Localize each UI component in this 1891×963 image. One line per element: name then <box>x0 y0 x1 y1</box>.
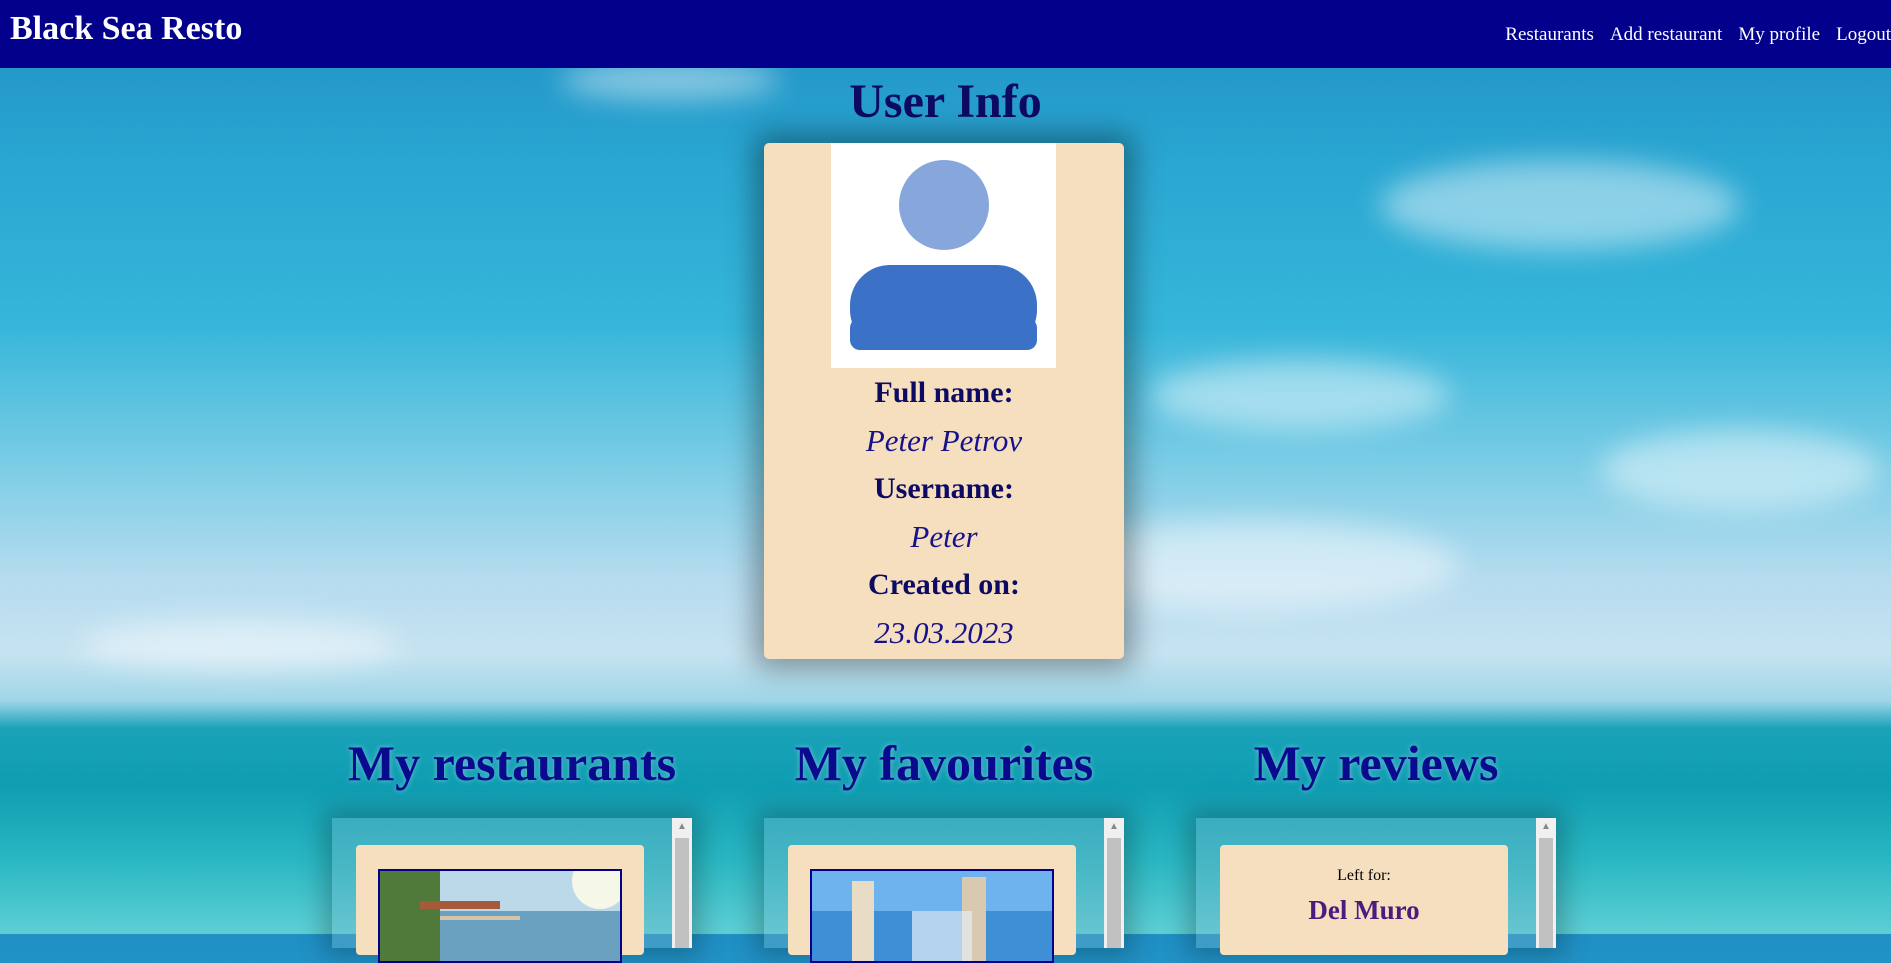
page-title: User Info <box>849 75 1042 128</box>
full-name-value: Peter Petrov <box>865 423 1023 458</box>
favourites-scrollbar[interactable]: ▲ <box>1104 818 1124 948</box>
favourite-image[interactable] <box>810 869 1054 963</box>
username-label: Username: <box>874 472 1014 505</box>
brand-title[interactable]: Black Sea Resto <box>10 10 242 48</box>
restaurant-image[interactable] <box>378 869 622 963</box>
created-on-label: Created on: <box>868 568 1020 601</box>
nav-my-profile-link[interactable]: My profile <box>1738 24 1820 46</box>
review-left-for-label: Left for: <box>1337 867 1391 884</box>
favourite-card[interactable] <box>788 845 1076 963</box>
review-card[interactable]: Left for: Del Muro <box>1220 845 1508 955</box>
scroll-up-arrow-icon[interactable]: ▲ <box>672 818 692 836</box>
scroll-thumb[interactable] <box>1539 838 1553 948</box>
created-on-value: 23.03.2023 <box>874 615 1014 650</box>
nav-logout-link[interactable]: Logout <box>1836 24 1891 46</box>
top-navbar: Black Sea Resto Restaurants Add restaura… <box>0 0 1891 68</box>
nav-restaurants-link[interactable]: Restaurants <box>1505 24 1594 46</box>
my-restaurants-title: My restaurants <box>347 735 677 791</box>
avatar <box>831 143 1056 368</box>
user-avatar-icon <box>850 160 1037 350</box>
background-cloud <box>80 620 400 670</box>
favourite-image-graphic <box>812 871 1052 961</box>
background-cloud <box>1600 430 1880 510</box>
scroll-thumb[interactable] <box>675 838 689 948</box>
user-info-card: Full name: Peter Petrov Username: Peter … <box>764 143 1124 659</box>
restaurant-image-graphic <box>380 871 620 961</box>
my-reviews-panel[interactable]: Left for: Del Muro ▲ <box>1196 818 1556 955</box>
nav-add-restaurant-link[interactable]: Add restaurant <box>1610 24 1722 46</box>
my-restaurants-panel[interactable]: ▲ <box>332 818 692 963</box>
my-favourites-title: My favourites <box>794 735 1094 791</box>
my-favourites-panel[interactable]: ▲ <box>764 818 1124 963</box>
main-nav: Restaurants Add restaurant My profile Lo… <box>1505 24 1891 46</box>
scroll-up-arrow-icon[interactable]: ▲ <box>1104 818 1124 836</box>
restaurants-scrollbar[interactable]: ▲ <box>672 818 692 948</box>
restaurant-card[interactable] <box>356 845 644 963</box>
username-value: Peter <box>910 519 978 554</box>
reviews-scrollbar[interactable]: ▲ <box>1536 818 1556 948</box>
background-cloud <box>1150 360 1450 430</box>
scroll-up-arrow-icon[interactable]: ▲ <box>1536 818 1556 836</box>
full-name-label: Full name: <box>874 376 1014 409</box>
scroll-thumb[interactable] <box>1107 838 1121 948</box>
my-reviews-title: My reviews <box>1253 735 1499 791</box>
review-restaurant-name[interactable]: Del Muro <box>1220 895 1508 926</box>
background-cloud <box>1380 160 1740 250</box>
